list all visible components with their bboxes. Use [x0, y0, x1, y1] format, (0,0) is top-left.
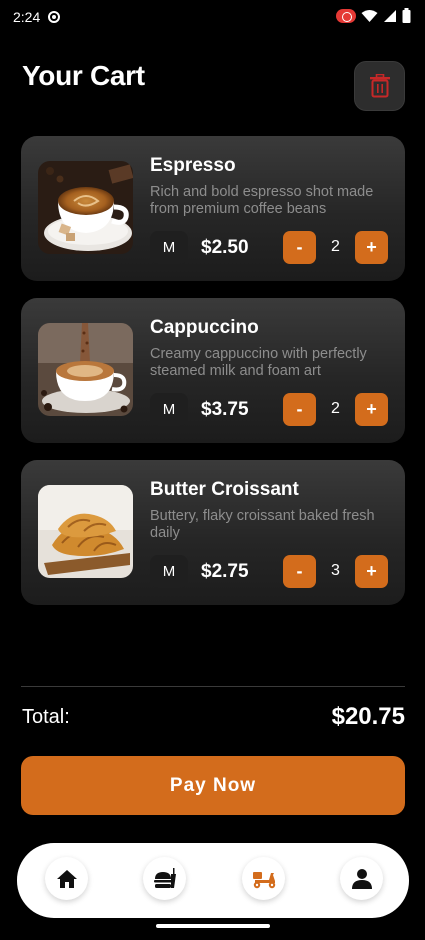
size-selector[interactable]: M [150, 393, 188, 426]
size-selector[interactable]: M [150, 555, 188, 588]
profile-icon [351, 868, 372, 889]
increase-quantity-button[interactable]: + [355, 231, 388, 264]
increase-quantity-button[interactable]: + [355, 393, 388, 426]
sync-icon [48, 11, 60, 23]
size-selector[interactable]: M [150, 231, 188, 264]
quantity-value: 3 [331, 562, 340, 579]
item-description: Rich and bold espresso shot made from pr… [150, 184, 374, 217]
nav-profile[interactable] [340, 857, 383, 900]
bottom-nav [17, 843, 409, 918]
item-price: $2.50 [201, 237, 249, 258]
battery-icon [402, 8, 411, 23]
pay-now-button[interactable]: Pay Now [21, 756, 405, 815]
home-icon [56, 869, 77, 888]
decrease-quantity-button[interactable]: - [283, 231, 316, 264]
screen-record-icon [336, 8, 356, 23]
espresso-image [38, 161, 133, 254]
item-price: $3.75 [201, 399, 249, 420]
divider [21, 686, 405, 687]
delivery-scooter-icon [252, 871, 275, 888]
total-label: Total: [22, 706, 70, 728]
item-name: Butter Croissant [150, 479, 299, 500]
increase-quantity-button[interactable]: + [355, 555, 388, 588]
nav-home[interactable] [45, 857, 88, 900]
item-description: Creamy cappuccino with perfectly steamed… [150, 346, 367, 379]
quantity-value: 2 [331, 238, 340, 255]
decrease-quantity-button[interactable]: - [283, 555, 316, 588]
signal-icon [384, 9, 396, 22]
status-time: 2:24 [13, 9, 41, 25]
decrease-quantity-button[interactable]: - [283, 393, 316, 426]
total-value: $20.75 [331, 703, 405, 730]
item-name: Cappuccino [150, 317, 259, 338]
status-icons [336, 8, 411, 23]
item-description: Buttery, flaky croissant baked fresh dai… [150, 508, 375, 541]
cappuccino-image [38, 323, 133, 416]
trash-icon [369, 74, 390, 98]
cart-item: Butter Croissant Buttery, flaky croissan… [21, 460, 405, 605]
nav-delivery[interactable] [242, 857, 285, 900]
cart-item: Cappuccino Creamy cappuccino with perfec… [21, 298, 405, 443]
quantity-value: 2 [331, 400, 340, 417]
item-price: $2.75 [201, 561, 249, 582]
status-bar: 2:24 [0, 0, 425, 34]
clear-cart-button[interactable] [354, 61, 405, 111]
cart-item: Espresso Rich and bold espresso shot mad… [21, 136, 405, 281]
home-indicator[interactable] [156, 924, 270, 928]
page-title: Your Cart [22, 60, 145, 91]
item-name: Espresso [150, 155, 236, 176]
food-icon [153, 867, 176, 888]
croissant-image [38, 485, 133, 578]
nav-food[interactable] [143, 857, 186, 900]
wifi-icon [361, 9, 378, 22]
